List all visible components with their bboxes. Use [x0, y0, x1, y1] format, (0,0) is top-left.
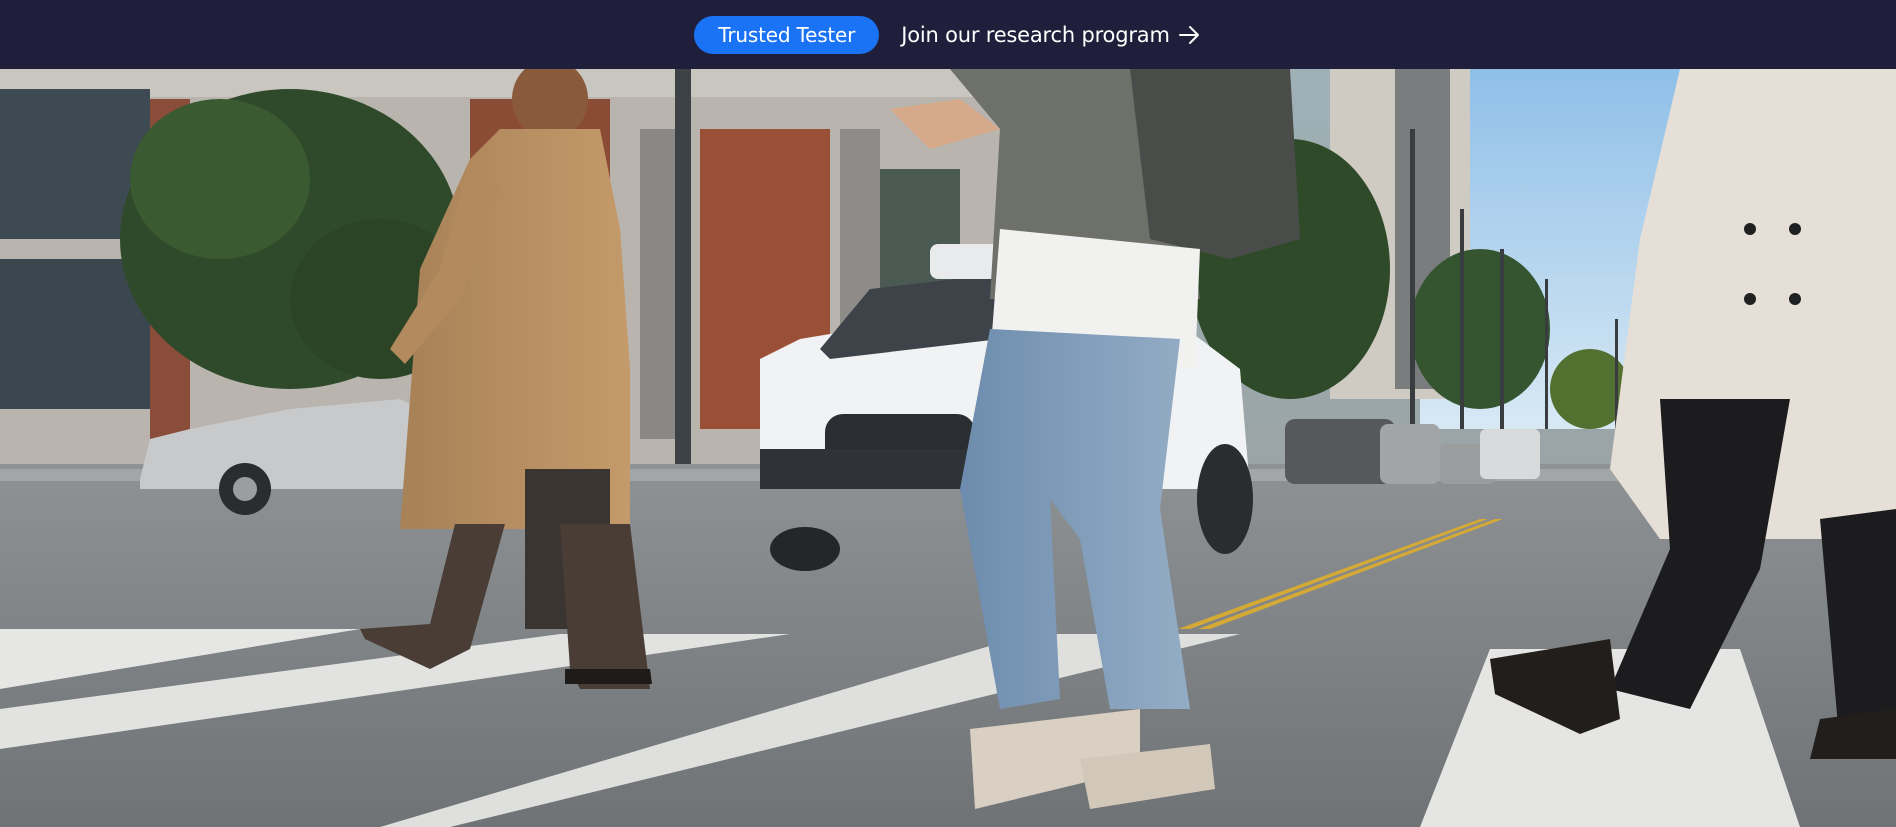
trusted-tester-badge[interactable]: Trusted Tester — [694, 15, 880, 54]
join-research-program-link[interactable]: Join our research program — [901, 23, 1202, 47]
hero-image — [0, 69, 1896, 827]
arrow-right-icon — [1178, 25, 1199, 44]
join-research-program-label: Join our research program — [901, 22, 1170, 47]
street-crosswalk-scene — [0, 69, 1896, 827]
announcement-bar: Trusted Tester Join our research program — [0, 0, 1896, 69]
